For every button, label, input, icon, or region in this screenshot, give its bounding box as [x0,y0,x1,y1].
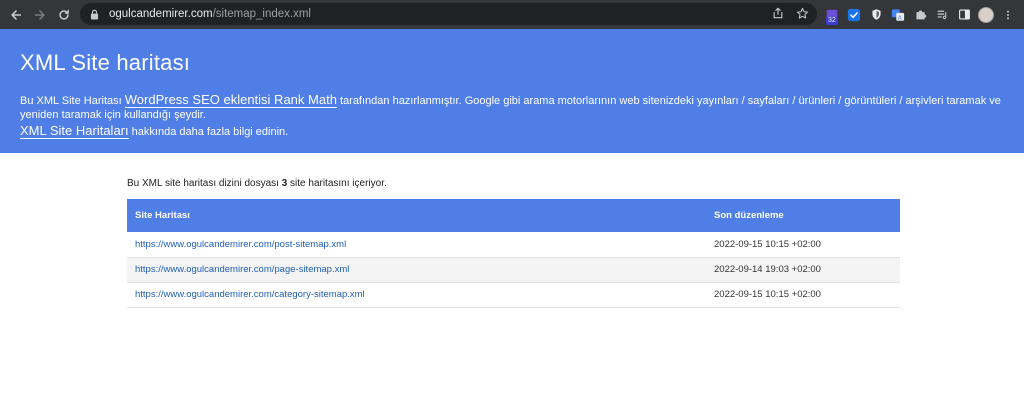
puzzle-icon[interactable] [912,7,928,23]
table-header-row: Site Haritası Son düzenleme [127,199,900,232]
extension-icon[interactable]: 32 [824,7,840,25]
check-extension-icon[interactable] [846,7,862,23]
page-title: XML Site haritası [20,50,191,75]
url-text[interactable]: ogulcandemirer.com/sitemap_index.xml [109,8,311,20]
column-header-last-modified: Son düzenleme [706,199,900,232]
xml-sitemaps-link[interactable]: XML Site Haritaları [20,123,129,139]
last-modified-cell: 2022-09-14 19:03 +02:00 [706,257,900,283]
url-domain: ogulcandemirer.com [109,8,213,20]
sitemap-link[interactable]: https://www.ogulcandemirer.com/page-site… [135,264,349,275]
reload-icon[interactable] [54,5,74,25]
learn-more-line: XML Site Haritaları hakkında daha fazla … [20,123,289,139]
table-row: https://www.ogulcandemirer.com/category-… [127,282,900,308]
intro-text-start: Bu XML site haritası dizini dosyası [127,178,282,189]
sitemap-link[interactable]: https://www.ogulcandemirer.com/post-site… [135,239,346,250]
header-description: Bu XML Site Haritası WordPress SEO eklen… [20,92,1010,122]
svg-text:A: A [898,15,902,21]
sitemap-link[interactable]: https://www.ogulcandemirer.com/category-… [135,289,365,300]
translate-icon[interactable]: A [890,7,906,23]
forward-icon[interactable] [30,5,50,25]
more-menu-icon[interactable] [1000,7,1016,23]
extension-badge: 32 [826,16,838,25]
rank-math-link[interactable]: WordPress SEO eklentisi Rank Math [124,92,337,108]
share-icon[interactable] [771,6,785,20]
sitemap-cell: https://www.ogulcandemirer.com/category-… [127,282,706,308]
intro-text-end: site haritasını içeriyor. [287,178,387,189]
star-icon[interactable] [795,6,809,20]
learn-more-text: hakkında daha fazla bilgi edinin. [128,126,289,138]
last-modified-cell: 2022-09-15 10:15 +02:00 [706,232,900,258]
sitemap-header: XML Site haritası Bu XML Site Haritası W… [0,29,1024,153]
sitemap-cell: https://www.ogulcandemirer.com/page-site… [127,257,706,283]
sidebar-panel-icon[interactable] [956,7,972,23]
shield-icon[interactable] [868,7,884,23]
avatar[interactable] [978,6,994,23]
sitemap-table: Site Haritası Son düzenleme https://www.… [127,199,900,308]
back-icon[interactable] [6,5,26,25]
sitemap-cell: https://www.ogulcandemirer.com/post-site… [127,232,706,258]
playlist-icon[interactable] [934,7,950,23]
column-header-sitemap: Site Haritası [127,199,706,232]
description-text-start: Bu XML Site Haritası [20,95,125,107]
browser-toolbar: ogulcandemirer.com/sitemap_index.xml 32 … [0,0,1024,29]
lock-icon[interactable] [90,8,100,20]
last-modified-cell: 2022-09-15 10:15 +02:00 [706,282,900,308]
address-bar[interactable]: ogulcandemirer.com/sitemap_index.xml [80,3,817,25]
sitemap-count-text: Bu XML site haritası dizini dosyası 3 si… [127,178,387,189]
extensions-bar: 32 A [824,5,1016,25]
url-path: /sitemap_index.xml [212,8,311,20]
table-row: https://www.ogulcandemirer.com/post-site… [127,232,900,258]
table-row: https://www.ogulcandemirer.com/page-site… [127,257,900,283]
